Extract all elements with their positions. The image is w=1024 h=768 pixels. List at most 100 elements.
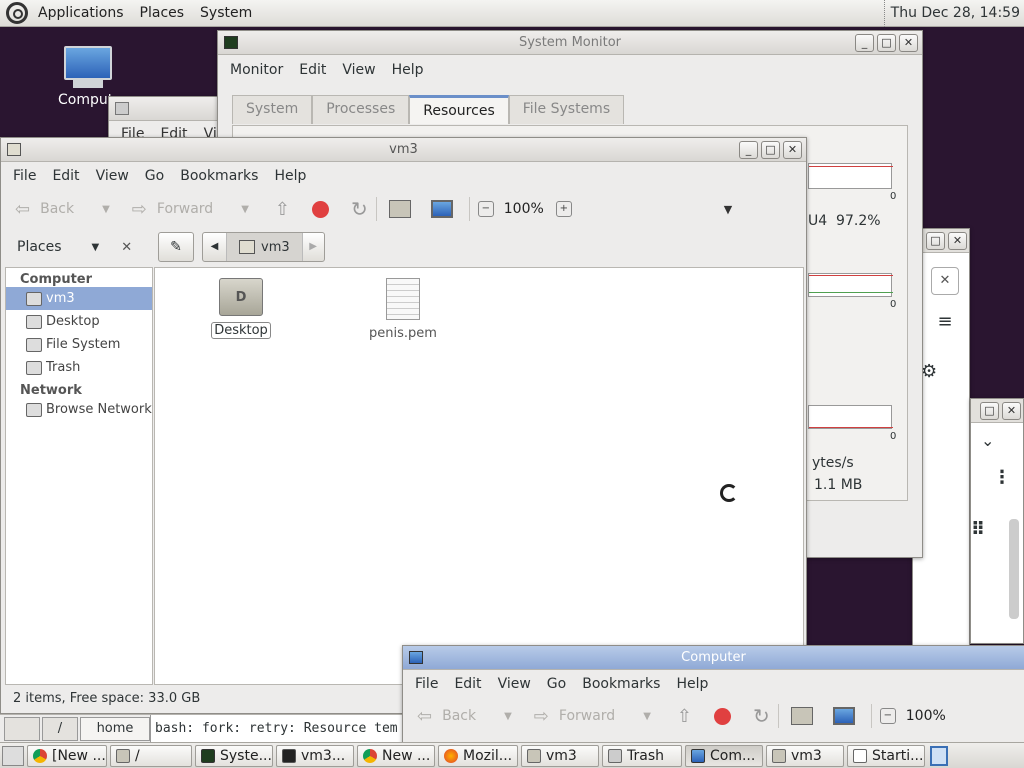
fm-menu-go[interactable]: Go (137, 168, 172, 184)
clock[interactable]: Thu Dec 28, 14:59 (883, 0, 1020, 27)
menu-view[interactable]: View (334, 62, 383, 78)
computer-window-titlebar[interactable]: Computer (403, 646, 1024, 670)
terminal-path-tab-home[interactable]: home (80, 717, 150, 741)
applications-menu[interactable]: Applications (30, 5, 132, 21)
terminal-drive-icon[interactable] (4, 717, 40, 741)
taskbar-item-chrome-new[interactable]: [New ... (27, 744, 107, 767)
forward-arrow-icon[interactable]: ⇨ (534, 706, 549, 727)
forward-history-chevron-icon[interactable]: ▼ (241, 204, 249, 215)
fm-menu-bookmarks[interactable]: Bookmarks (172, 168, 266, 184)
path-segment-vm3[interactable]: vm3 (227, 233, 302, 261)
taskbar-item-vm3-folder-2[interactable]: vm3 (766, 744, 844, 767)
places-chevron-down-icon[interactable]: ▼ (92, 242, 100, 253)
drag-handle-icon[interactable]: ⠿ (971, 519, 985, 540)
cw-menu-help[interactable]: Help (668, 676, 716, 692)
close-button[interactable]: ✕ (948, 232, 967, 250)
cw-menu-edit[interactable]: Edit (446, 676, 489, 692)
system-monitor-titlebar[interactable]: System Monitor _ □ ✕ (218, 31, 922, 55)
hamburger-menu-icon[interactable]: ≡ (931, 309, 959, 337)
computer-icon[interactable] (832, 707, 855, 725)
toolbar-overflow-chevron-icon[interactable]: ▼ (724, 203, 732, 216)
zoom-out-button[interactable]: − (477, 201, 494, 217)
taskbar-item-system-monitor[interactable]: Syste... (195, 744, 273, 767)
taskbar-item-terminal-vm3[interactable]: vm3... (276, 744, 354, 767)
maximize-button[interactable]: □ (926, 232, 945, 250)
tab-resources[interactable]: Resources (409, 95, 509, 124)
back-history-chevron-icon[interactable]: ▼ (102, 204, 110, 215)
reload-icon[interactable]: ↻ (351, 197, 368, 221)
taskbar-item-computer[interactable]: Com... (685, 744, 763, 767)
zoom-out-button[interactable]: − (879, 708, 896, 724)
file-view[interactable]: D Desktop penis.pem (154, 267, 804, 685)
taskbar-item-chrome-new-2[interactable]: New ... (357, 744, 435, 767)
close-button[interactable]: ✕ (783, 141, 802, 159)
gnome-foot-icon[interactable] (6, 2, 28, 24)
file-item-desktop[interactable]: D Desktop (211, 278, 271, 339)
maximize-button[interactable]: □ (877, 34, 896, 52)
zoom-in-button[interactable]: + (555, 201, 572, 217)
sidebar-item-browse-network[interactable]: Browse Network (6, 398, 152, 421)
close-icon[interactable]: ✕ (931, 267, 959, 295)
menu-monitor[interactable]: Monitor (222, 62, 291, 78)
settings-gear-icon[interactable]: ⚙ (921, 361, 937, 382)
home-icon[interactable] (388, 200, 411, 218)
forward-button[interactable]: Forward (559, 708, 615, 724)
fm-menu-edit[interactable]: Edit (44, 168, 87, 184)
taskbar-item-root-folder[interactable]: / (110, 744, 192, 767)
fm-menu-file[interactable]: File (5, 168, 44, 184)
back-history-chevron-icon[interactable]: ▼ (504, 711, 512, 722)
up-arrow-icon[interactable]: ⇧ (677, 706, 692, 727)
show-desktop-icon[interactable] (2, 745, 24, 766)
home-icon[interactable] (790, 707, 813, 725)
close-button[interactable]: ✕ (1002, 402, 1021, 420)
maximize-button[interactable]: □ (980, 402, 999, 420)
back-button[interactable]: Back (40, 201, 74, 217)
back-arrow-icon[interactable]: ⇦ (417, 706, 432, 727)
trash-window-titlebar[interactable] (109, 97, 227, 121)
workspace-switcher[interactable] (930, 745, 948, 766)
taskbar-item-vm3-folder[interactable]: vm3 (521, 744, 599, 767)
stop-icon[interactable] (714, 707, 731, 725)
sidebar-item-file-system[interactable]: File System (6, 333, 152, 356)
fm-menu-view[interactable]: View (88, 168, 137, 184)
places-dropdown[interactable]: Places (17, 239, 62, 255)
zoom-level[interactable]: 100% (906, 708, 946, 724)
taskbar-item-starting[interactable]: Starti... (847, 744, 925, 767)
cw-menu-view[interactable]: View (490, 676, 539, 692)
minimize-button[interactable]: _ (855, 34, 874, 52)
cw-menu-bookmarks[interactable]: Bookmarks (574, 676, 668, 692)
system-menu[interactable]: System (192, 5, 260, 21)
forward-history-chevron-icon[interactable]: ▼ (643, 711, 651, 722)
cw-menu-go[interactable]: Go (539, 676, 574, 692)
forward-button[interactable]: Forward (157, 201, 213, 217)
zoom-level[interactable]: 100% (504, 201, 544, 217)
cw-menu-file[interactable]: File (407, 676, 446, 692)
sidebar-item-vm3[interactable]: vm3 (6, 287, 152, 310)
reload-icon[interactable]: ↻ (753, 704, 770, 728)
close-sidebar-icon[interactable]: ✕ (121, 240, 132, 255)
taskbar-item-trash[interactable]: Trash (602, 744, 682, 767)
edit-location-button[interactable]: ✎ (158, 232, 194, 262)
tab-processes[interactable]: Processes (312, 95, 410, 124)
close-button[interactable]: ✕ (899, 34, 918, 52)
computer-icon[interactable] (430, 200, 453, 218)
file-manager-titlebar[interactable]: vm3 _ □ ✕ (1, 138, 806, 162)
maximize-button[interactable]: □ (761, 141, 780, 159)
forward-arrow-icon[interactable]: ⇨ (132, 199, 147, 220)
terminal-path-tab-root[interactable]: / (42, 717, 78, 741)
back-button[interactable]: Back (442, 708, 476, 724)
tab-system[interactable]: System (232, 95, 313, 124)
menu-edit[interactable]: Edit (291, 62, 334, 78)
tab-file-systems[interactable]: File Systems (508, 95, 625, 124)
file-item-penis-pem[interactable]: penis.pem (363, 278, 443, 341)
path-right-arrow-icon[interactable]: ▶ (301, 233, 324, 261)
up-arrow-icon[interactable]: ⇧ (275, 199, 290, 220)
taskbar-item-mozilla[interactable]: Mozil... (438, 744, 518, 767)
fm-menu-help[interactable]: Help (266, 168, 314, 184)
minimize-button[interactable]: _ (739, 141, 758, 159)
chevron-down-icon[interactable]: ⌄ (981, 431, 994, 450)
places-menu[interactable]: Places (132, 5, 193, 21)
back-arrow-icon[interactable]: ⇦ (15, 199, 30, 220)
stop-icon[interactable] (312, 200, 329, 218)
scrollbar[interactable] (1009, 519, 1019, 619)
